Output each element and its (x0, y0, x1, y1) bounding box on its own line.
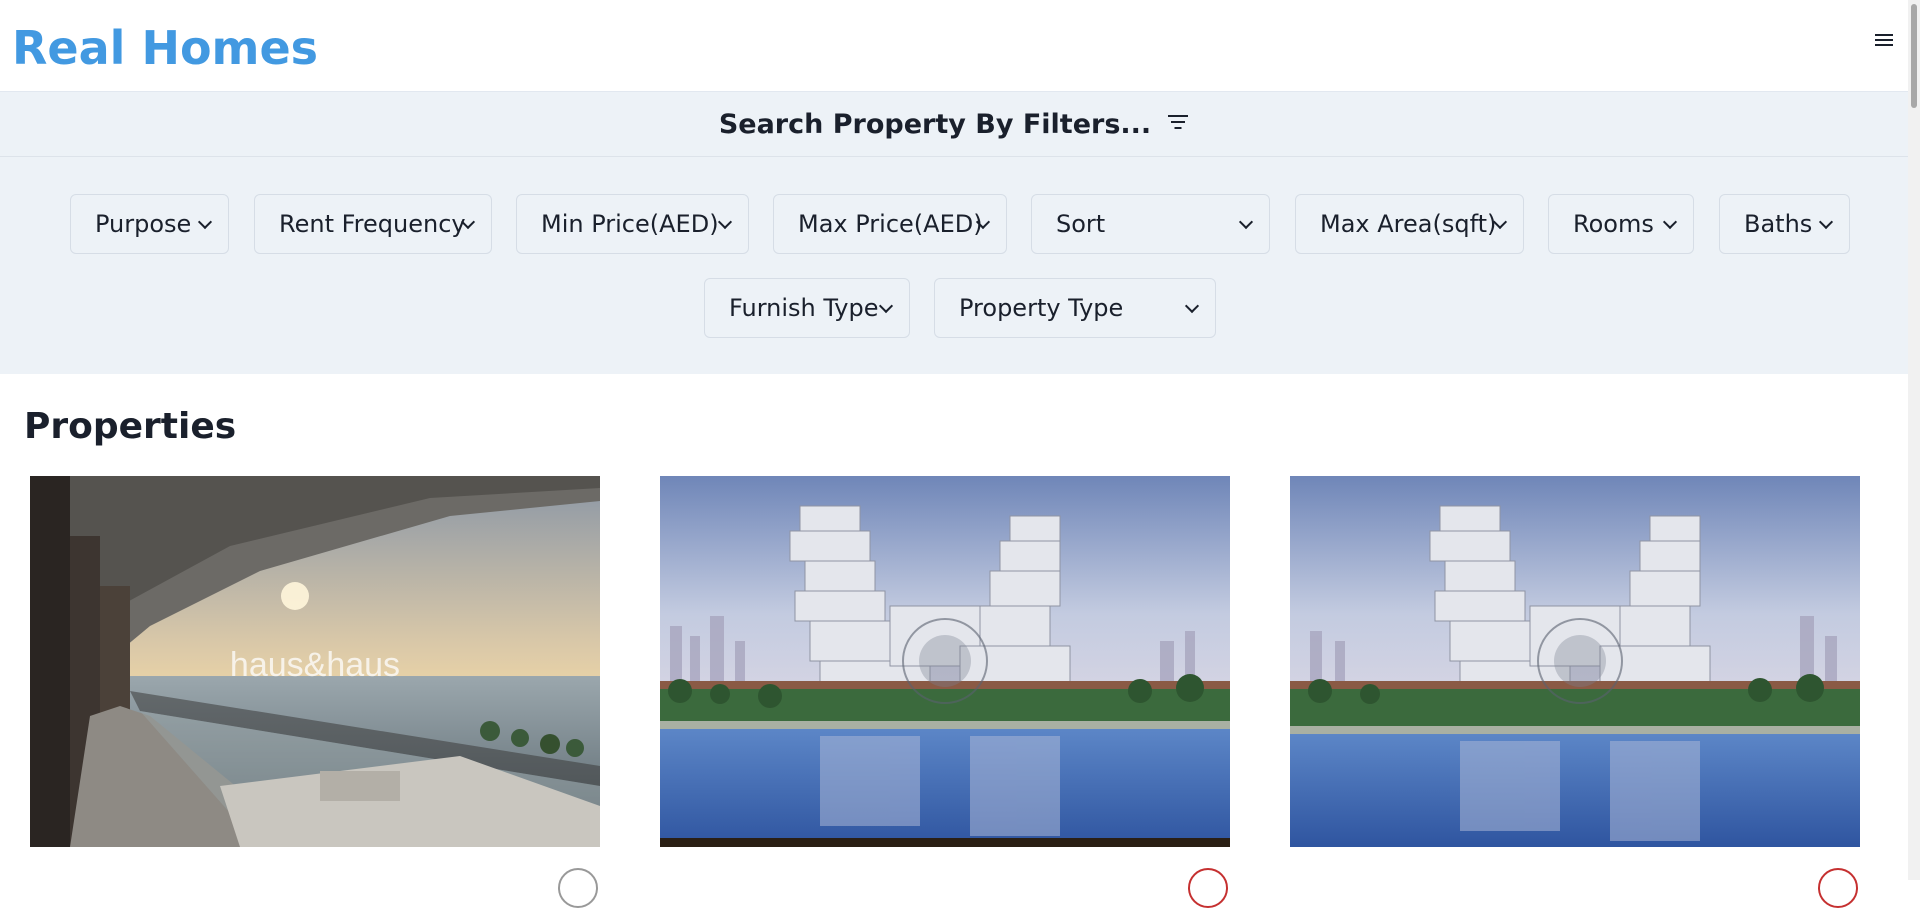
watermark-text: haus&haus (230, 646, 400, 684)
property-card[interactable]: haus&haus (30, 476, 600, 908)
chevron-down-icon (1662, 214, 1678, 230)
agency-logo (558, 868, 598, 908)
rent-frequency-select[interactable]: Rent Frequency (254, 194, 492, 254)
purpose-select-label: Purpose (95, 210, 192, 238)
max-area-select-label: Max Area(sqft) (1320, 210, 1497, 238)
page-scrollbar[interactable] (1908, 0, 1920, 880)
sort-select-label: Sort (1056, 210, 1106, 238)
filter-lines-icon (1167, 113, 1189, 131)
properties-heading: Properties (24, 406, 237, 447)
sort-select[interactable]: Sort (1031, 194, 1270, 254)
furnish-type-select[interactable]: Furnish Type (704, 278, 910, 338)
filters-toggle[interactable]: Search Property By Filters... (0, 92, 1908, 157)
chevron-down-icon (878, 298, 894, 314)
agency-logo (1188, 868, 1228, 908)
purpose-select[interactable]: Purpose (70, 194, 229, 254)
hamburger-menu-icon[interactable] (1872, 30, 1896, 54)
max-area-select[interactable]: Max Area(sqft) (1295, 194, 1524, 254)
property-card[interactable] (1290, 476, 1860, 908)
baths-select-label: Baths (1744, 210, 1813, 238)
property-image[interactable] (660, 476, 1230, 847)
site-logo[interactable]: Real Homes (12, 18, 318, 78)
property-type-select-label: Property Type (959, 294, 1124, 322)
property-image[interactable]: haus&haus (30, 476, 600, 847)
top-navbar: Real Homes (0, 0, 1908, 92)
scrollbar-thumb[interactable] (1911, 4, 1917, 108)
rent-frequency-select-label: Rent Frequency (279, 210, 466, 238)
chevron-down-icon (1818, 214, 1834, 230)
chevron-down-icon (1184, 298, 1200, 314)
chevron-down-icon (197, 214, 213, 230)
property-type-select[interactable]: Property Type (934, 278, 1216, 338)
max-price-select-label: Max Price(AED) (798, 210, 983, 238)
min-price-select-label: Min Price(AED) (541, 210, 719, 238)
rooms-select-label: Rooms (1573, 210, 1654, 238)
filters-panel: Search Property By Filters... Purpose Re… (0, 92, 1908, 374)
chevron-down-icon (1238, 214, 1254, 230)
property-image[interactable] (1290, 476, 1860, 847)
filters-title: Search Property By Filters... (718, 108, 1152, 140)
baths-select[interactable]: Baths (1719, 194, 1850, 254)
agency-logo (1818, 868, 1858, 908)
chevron-down-icon (717, 214, 733, 230)
property-card[interactable] (660, 476, 1230, 908)
furnish-type-select-label: Furnish Type (729, 294, 879, 322)
min-price-select[interactable]: Min Price(AED) (516, 194, 749, 254)
max-price-select[interactable]: Max Price(AED) (773, 194, 1007, 254)
rooms-select[interactable]: Rooms (1548, 194, 1694, 254)
